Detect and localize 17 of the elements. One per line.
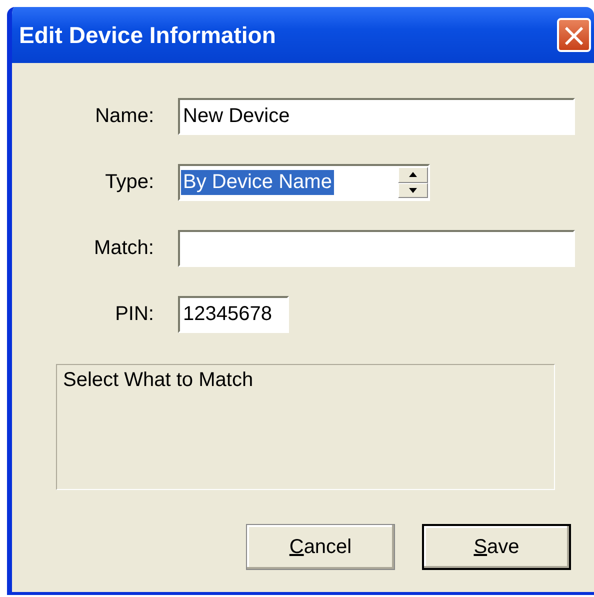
spin-down-button[interactable] [398, 182, 428, 198]
input-field[interactable] [178, 230, 575, 267]
field-label: PIN: [115, 303, 154, 326]
field-label: Type: [105, 171, 154, 194]
field-label: Name: [95, 105, 154, 128]
close-button[interactable]: × [557, 18, 591, 52]
window-title: Edit Device Information [19, 22, 276, 48]
input-field[interactable]: 12345678 [178, 296, 289, 333]
info-text: Select What to Match [63, 369, 254, 391]
input-field[interactable]: New Device [178, 98, 575, 135]
type-spinner[interactable]: By Device Name [178, 164, 430, 201]
spin-up-button[interactable] [398, 167, 428, 182]
save-button[interactable]: Save [422, 524, 571, 570]
field-label: Match: [94, 237, 154, 260]
up-arrow-icon [409, 172, 417, 178]
cancel-button[interactable]: Cancel [246, 524, 395, 570]
down-arrow-icon [409, 188, 417, 193]
